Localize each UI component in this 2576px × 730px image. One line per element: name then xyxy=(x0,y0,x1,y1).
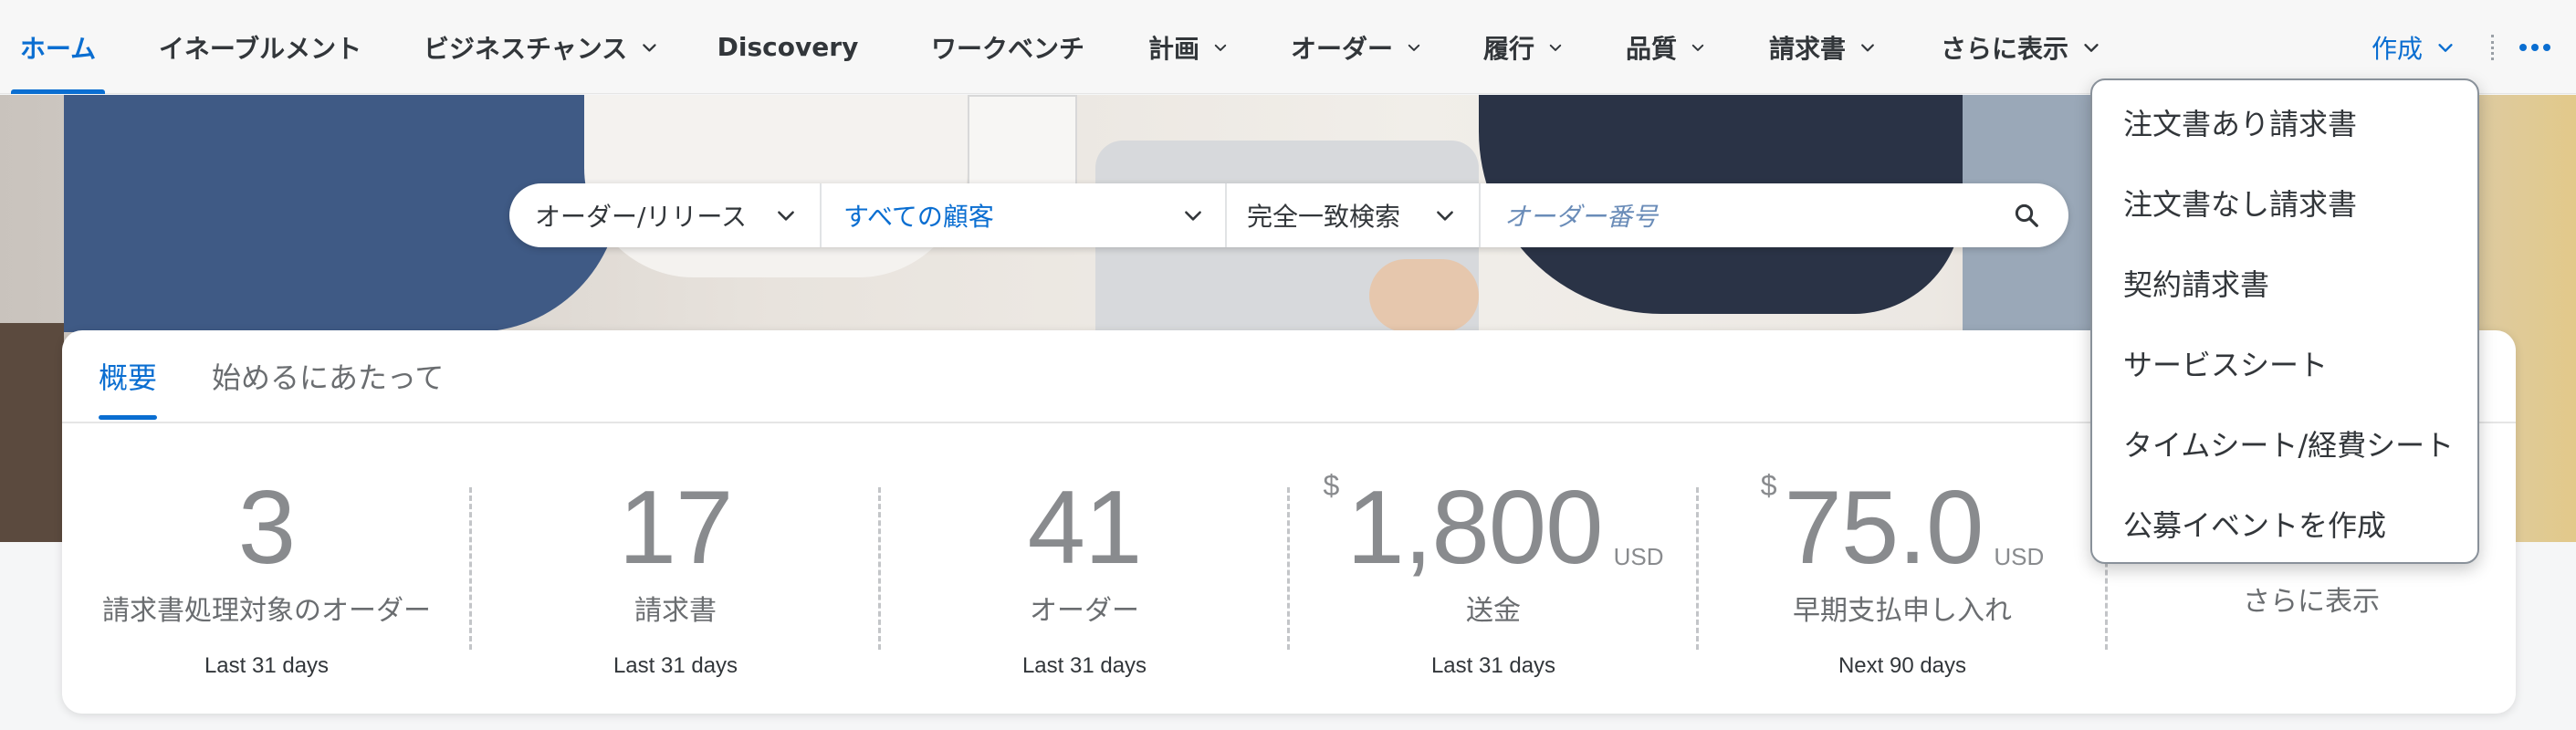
chevron-down-icon xyxy=(1408,44,1420,51)
nav-tab-invoices[interactable]: 請求書 xyxy=(1769,0,1877,94)
nav-tab-label: ホーム xyxy=(19,33,97,64)
nav-tab-show-more[interactable]: さらに表示 xyxy=(1940,0,2102,94)
nav-tab-enablement[interactable]: イネーブルメント xyxy=(159,0,361,94)
search-bar: オーダー/リリース すべての顧客 完全一致検索 オーダー番号 xyxy=(509,183,2068,247)
tab-getting-started[interactable]: 始めるにあたって xyxy=(212,330,444,422)
kpi-number: 75.0 xyxy=(1784,470,1984,586)
customer-select[interactable]: すべての顧客 xyxy=(822,183,1225,247)
nav-tab-workbench[interactable]: ワークベンチ xyxy=(930,0,1085,94)
kpi-period: Last 31 days xyxy=(613,653,738,678)
chevron-down-icon xyxy=(1861,43,1874,51)
kpi-label: 送金 xyxy=(1466,595,1521,627)
kpi-number: 3 xyxy=(237,470,296,586)
kpi-label: オーダー xyxy=(1030,595,1139,627)
chevron-down-icon xyxy=(1437,211,1453,221)
menu-item-timesheet-expense[interactable]: タイムシート/経費シート xyxy=(2092,403,2481,484)
chevron-down-icon xyxy=(643,43,656,52)
kpi-unit: USD xyxy=(1994,543,2045,570)
nav-tab-label: ビジネスチャンス xyxy=(424,33,628,64)
search-type-value: オーダー/リリース xyxy=(535,202,748,232)
customer-value: すべての顧客 xyxy=(843,202,994,232)
chevron-down-icon xyxy=(1549,44,1562,51)
kpi-tile-orders-to-invoice[interactable]: 3 請求書処理対象のオーダー Last 31 days xyxy=(62,465,471,704)
show-more-tiles-link[interactable]: さらに表示 xyxy=(2107,579,2516,619)
search-type-select[interactable]: オーダー/リリース xyxy=(509,183,820,247)
menu-item-po-invoice[interactable]: 注文書あり請求書 xyxy=(2092,82,2481,162)
kpi-label: 請求書処理対象のオーダー xyxy=(102,595,431,627)
kpi-value: 41 xyxy=(880,465,1289,580)
chevron-down-icon xyxy=(1185,211,1201,221)
nav-tab-home[interactable]: ホーム xyxy=(11,0,105,94)
kpi-period: Next 90 days xyxy=(1838,653,1967,678)
nav-tab-quality[interactable]: 品質 xyxy=(1626,0,1706,94)
chevron-down-icon xyxy=(2084,43,2099,52)
kpi-tile-remittance[interactable]: $ 1,800 USD 送金 Last 31 days xyxy=(1289,465,1698,704)
menu-item-contract-invoice[interactable]: 契約請求書 xyxy=(2092,243,2481,323)
chevron-down-icon xyxy=(778,211,794,221)
kpi-unit: USD xyxy=(1613,543,1664,570)
nav-tab-label: 品質 xyxy=(1626,33,1678,64)
tab-label: 概要 xyxy=(99,360,158,395)
nav-tab-label: オーダー xyxy=(1291,33,1394,64)
nav-tab-label: 計画 xyxy=(1148,33,1200,64)
menu-item-service-sheet[interactable]: サービスシート xyxy=(2092,323,2481,403)
kpi-period: Last 31 days xyxy=(204,653,330,678)
kpi-currency: $ xyxy=(1323,469,1340,502)
nav-tab-label: ワークベンチ xyxy=(930,33,1084,64)
kpi-number: 41 xyxy=(1027,470,1143,586)
nav-tab-discovery[interactable]: Discovery xyxy=(717,0,870,94)
nav-tab-label: イネーブルメント xyxy=(158,33,362,64)
search-icon[interactable] xyxy=(2003,183,2050,247)
nav-tab-business-opportunities[interactable]: ビジネスチャンス xyxy=(424,0,659,94)
match-type-value: 完全一致検索 xyxy=(1247,202,1401,232)
kpi-value: $ 1,800 USD xyxy=(1289,465,1698,580)
kpi-number: 1,800 xyxy=(1346,470,1603,586)
create-dropdown-menu: 注文書あり請求書 注文書なし請求書 契約請求書 サービスシート タイムシート/経… xyxy=(2090,78,2479,564)
chevron-down-icon xyxy=(1214,44,1227,51)
kpi-value: 17 xyxy=(471,465,880,580)
chevron-down-icon xyxy=(2438,43,2453,52)
nav-tab-orders[interactable]: オーダー xyxy=(1291,0,1422,94)
kpi-value: $ 75.0 USD xyxy=(1698,465,2107,580)
menu-item-create-sourcing-event[interactable]: 公募イベントを作成 xyxy=(2092,484,2481,564)
kpi-number: 17 xyxy=(618,470,734,586)
kpi-label: 請求書 xyxy=(634,595,717,627)
kpi-label: 早期支払申し入れ xyxy=(1793,595,2012,627)
kpi-period: Last 31 days xyxy=(1430,653,1556,678)
kpi-value: 3 xyxy=(62,465,471,580)
chevron-down-icon xyxy=(1691,44,1704,51)
nav-tab-label: 請求書 xyxy=(1769,33,1847,64)
nav-tab-label: Discovery xyxy=(717,32,859,62)
nav-tab-label: さらに表示 xyxy=(1940,33,2068,64)
menu-item-non-po-invoice[interactable]: 注文書なし請求書 xyxy=(2092,162,2481,243)
kpi-period: Last 31 days xyxy=(1021,653,1147,678)
more-horizontal-icon[interactable] xyxy=(2515,29,2555,66)
order-number-input[interactable]: オーダー番号 xyxy=(1481,183,1992,247)
tab-label: 始めるにあたって xyxy=(212,360,445,395)
nav-tab-fulfillment[interactable]: 履行 xyxy=(1483,0,1564,94)
nav-separator xyxy=(2491,35,2494,60)
tab-overview[interactable]: 概要 xyxy=(99,330,158,422)
kpi-tile-orders[interactable]: 41 オーダー Last 31 days xyxy=(880,465,1289,704)
kpi-tile-invoices[interactable]: 17 請求書 Last 31 days xyxy=(471,465,880,704)
kpi-currency: $ xyxy=(1760,469,1777,502)
order-number-placeholder: オーダー番号 xyxy=(1504,202,1659,232)
match-type-select[interactable]: 完全一致検索 xyxy=(1227,183,1479,247)
nav-tab-label: 履行 xyxy=(1483,33,1535,64)
nav-tab-planning[interactable]: 計画 xyxy=(1148,0,1229,94)
create-menu-label: 作成 xyxy=(2371,33,2423,64)
kpi-tile-early-payment[interactable]: $ 75.0 USD 早期支払申し入れ Next 90 days xyxy=(1698,465,2107,704)
